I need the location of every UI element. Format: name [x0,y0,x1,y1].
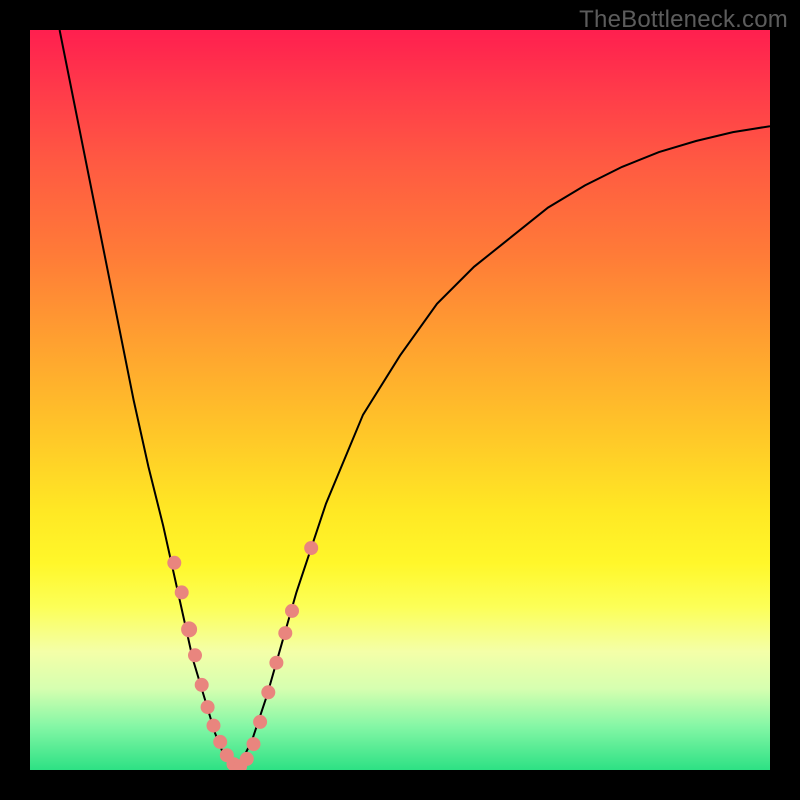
data-marker [188,648,202,662]
data-marker [240,752,254,766]
data-marker [278,626,292,640]
data-marker [304,541,318,555]
data-marker [269,656,283,670]
data-markers [167,541,318,770]
data-marker [207,719,221,733]
curve-left-branch [60,30,238,770]
watermark-text: TheBottleneck.com [579,6,788,34]
data-marker [195,678,209,692]
data-marker [285,604,299,618]
data-marker [247,737,261,751]
data-marker [201,700,215,714]
data-marker [181,621,197,637]
data-marker [175,585,189,599]
data-marker [213,735,227,749]
data-marker [167,556,181,570]
chart-frame [30,30,770,770]
data-marker [261,685,275,699]
chart-svg [30,30,770,770]
data-marker [253,715,267,729]
curve-right-branch [237,126,770,770]
